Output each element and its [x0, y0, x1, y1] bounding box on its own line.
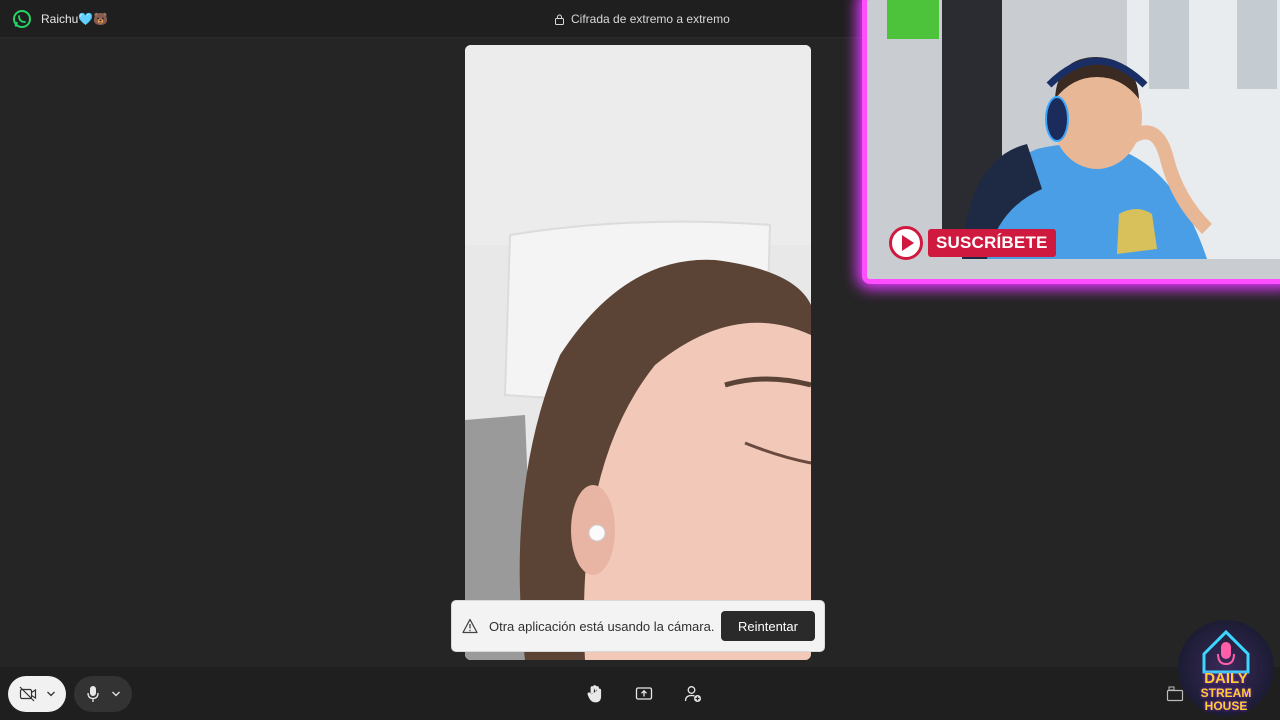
add-participant-icon — [684, 686, 701, 702]
lock-icon — [555, 14, 564, 25]
channel-watermark: DAILY STREAM HOUSE — [1178, 620, 1274, 716]
microphone-toggle[interactable] — [74, 676, 132, 712]
microphone-icon — [86, 686, 99, 702]
raise-hand-button[interactable] — [585, 684, 605, 704]
warning-icon — [462, 618, 478, 634]
share-screen-button[interactable] — [634, 684, 654, 704]
watermark-line2: STREAM — [1200, 686, 1252, 700]
play-icon — [889, 226, 923, 260]
chevron-down-icon[interactable] — [46, 690, 56, 698]
retry-button[interactable]: Reintentar — [721, 611, 815, 641]
camera-notification: Otra aplicación está usando la cámara. R… — [451, 600, 825, 652]
camera-toggle[interactable] — [8, 676, 66, 712]
chevron-down-icon[interactable] — [111, 690, 121, 698]
encryption-status: Cifrada de extremo a extremo — [555, 12, 730, 26]
watermark-line1: DAILY — [1204, 670, 1248, 687]
subscribe-badge: SUSCRÍBETE — [889, 226, 1056, 260]
share-screen-icon — [635, 687, 653, 700]
encryption-label: Cifrada de extremo a extremo — [571, 12, 730, 26]
add-participant-button[interactable] — [683, 684, 703, 704]
whatsapp-icon — [13, 10, 31, 28]
contact-name: Raichu🩵🐻 — [41, 12, 109, 26]
camera-off-icon — [19, 686, 36, 702]
subscribe-label: SUSCRÍBETE — [928, 229, 1056, 257]
notification-message: Otra aplicación está usando la cámara. — [489, 618, 715, 634]
remote-video — [465, 45, 811, 660]
streamer-overlay: SUSCRÍBETE — [862, 0, 1280, 284]
watermark-line3: HOUSE — [1204, 699, 1248, 713]
raise-hand-icon — [587, 685, 602, 703]
